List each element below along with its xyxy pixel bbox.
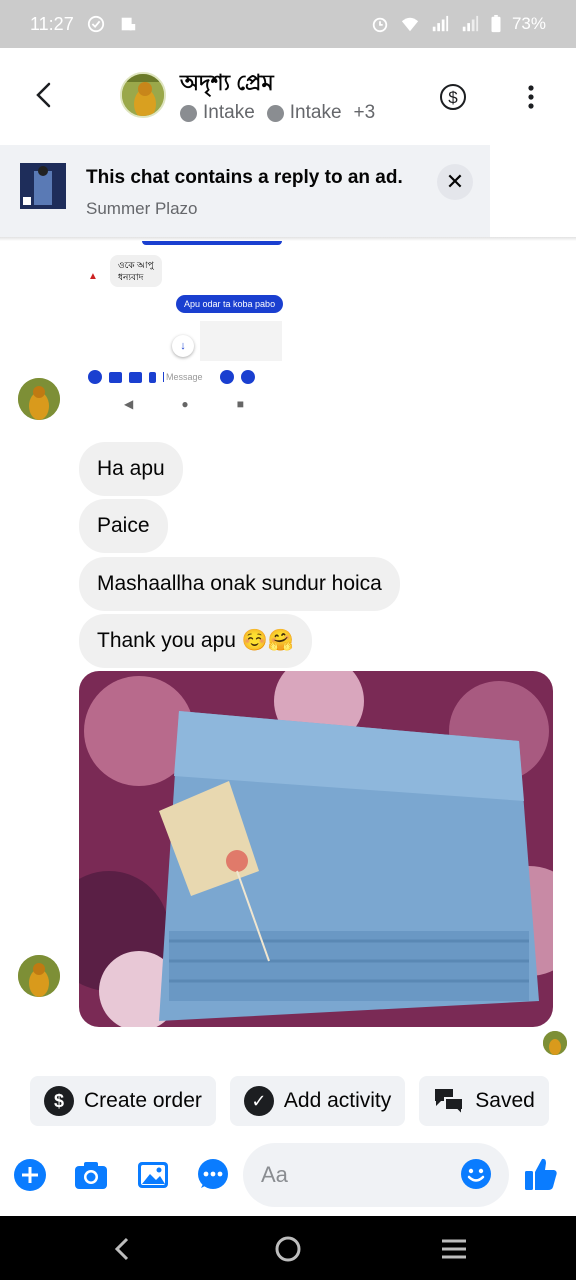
mic-icon	[149, 371, 156, 383]
embed-bubble-fragment	[142, 241, 282, 245]
close-icon[interactable]: ✕	[437, 164, 473, 200]
nav-home-icon: ●	[181, 397, 189, 411]
message-bubble[interactable]: Mashaallha onak sundur hoica	[79, 557, 400, 611]
emoji-icon	[220, 370, 234, 384]
nav-recents-icon[interactable]	[439, 1234, 469, 1264]
dollar-circle-icon[interactable]: $	[438, 82, 468, 112]
camera-icon	[109, 371, 122, 383]
quick-actions-bar: $ Create order ✓ Add activity Saved	[30, 1076, 549, 1126]
battery-icon	[491, 15, 501, 33]
data-saver-icon	[121, 17, 135, 31]
gallery-icon[interactable]	[136, 1158, 170, 1192]
system-nav-bar	[0, 1216, 576, 1280]
message-text: Ha apu	[97, 457, 165, 480]
create-order-label: Create order	[84, 1089, 202, 1112]
image-icon	[129, 371, 142, 383]
embed-outgoing-text: Apu odar ta koba pabo	[176, 295, 284, 313]
signal-icon	[432, 15, 449, 32]
more-vertical-icon[interactable]	[516, 82, 546, 112]
nav-recent-icon: ■	[236, 397, 244, 411]
emoji-icon[interactable]	[460, 1158, 492, 1190]
avatar[interactable]	[120, 72, 166, 118]
plus-icon	[88, 370, 102, 384]
message-bubble[interactable]: Ha apu	[79, 442, 183, 496]
tag-label: Intake	[289, 102, 342, 123]
add-activity-button[interactable]: ✓ Add activity	[229, 1076, 406, 1126]
embed-incoming-text: ওকে আপু ধন্যবাদ	[110, 255, 162, 287]
tag-label: Intake	[203, 102, 255, 123]
message-text: Mashaallha onak sundur hoica	[97, 572, 382, 595]
embed-avatar-icon: ▲	[88, 271, 98, 282]
signal-2-icon	[462, 15, 479, 32]
nav-back-icon: ◀	[124, 397, 134, 411]
ad-banner-title: This chat contains a reply to an ad.	[86, 167, 403, 188]
saved-replies-button[interactable]: Saved	[419, 1076, 549, 1126]
chat-bubbles-icon	[435, 1089, 465, 1116]
alarm-icon	[372, 17, 388, 33]
saved-label: Saved	[475, 1089, 535, 1112]
message-text: Thank you apu ☺️🤗	[97, 629, 295, 652]
embed-placeholder	[200, 321, 282, 361]
add-activity-label: Add activity	[283, 1089, 392, 1112]
message-bubble[interactable]: Thank you apu ☺️🤗	[79, 614, 313, 668]
nav-back-icon[interactable]	[108, 1234, 138, 1264]
product-photo	[79, 671, 553, 1027]
read-receipt-avatar	[543, 1031, 567, 1055]
avatar[interactable]	[18, 955, 60, 997]
thumbs-up-icon[interactable]	[523, 1156, 559, 1192]
message-composer: Aa	[0, 1142, 576, 1210]
embed-input-placeholder: Message	[163, 372, 213, 382]
create-order-button[interactable]: $ Create order	[30, 1076, 216, 1126]
dollar-circle-icon: $	[44, 1086, 74, 1116]
scroll-down-arrow-icon: ↓	[172, 335, 194, 357]
embed-nav-bar: ◀ ● ■	[124, 397, 244, 411]
status-time: 11:27	[30, 13, 74, 34]
wifi-icon	[401, 17, 419, 32]
message-input-placeholder: Aa	[261, 1162, 288, 1187]
back-arrow-icon[interactable]	[28, 78, 62, 112]
message-bubble[interactable]: Paice	[79, 499, 168, 553]
check-circle-icon: ✓	[243, 1086, 274, 1116]
camera-icon[interactable]	[74, 1158, 108, 1192]
message-text: Paice	[97, 514, 150, 537]
status-bar: 11:27 73%	[0, 0, 576, 48]
plus-circle-icon[interactable]	[13, 1158, 47, 1192]
svg-text:$: $	[448, 88, 458, 107]
tag-dot-icon	[180, 104, 197, 122]
ad-thumbnail	[20, 163, 66, 209]
menu-icon	[241, 370, 255, 384]
nav-home-icon[interactable]	[273, 1234, 303, 1264]
embedded-screenshot-message[interactable]: ▲ ওকে আপু ধন্যবাদ Apu odar ta koba pabo …	[80, 241, 284, 415]
embed-toolbar: Message	[88, 367, 282, 387]
ad-reply-banner[interactable]: This chat contains a reply to an ad. Sum…	[0, 145, 490, 237]
tag-dot-icon	[266, 104, 284, 122]
photo-message[interactable]	[79, 671, 553, 1027]
contact-tags[interactable]: Intake Intake +3	[180, 102, 375, 124]
chat-header: অদৃশ্য প্রেম Intake Intake +3 $	[0, 48, 576, 144]
ad-banner-subtitle: Summer Plazo	[86, 199, 198, 218]
tags-more-count: +3	[353, 102, 376, 123]
avatar[interactable]	[18, 378, 60, 420]
contact-name[interactable]: অদৃশ্য প্রেম	[180, 66, 274, 103]
battery-percent: 73%	[511, 14, 546, 33]
sync-icon	[87, 15, 104, 33]
chat-more-icon[interactable]	[196, 1158, 230, 1192]
